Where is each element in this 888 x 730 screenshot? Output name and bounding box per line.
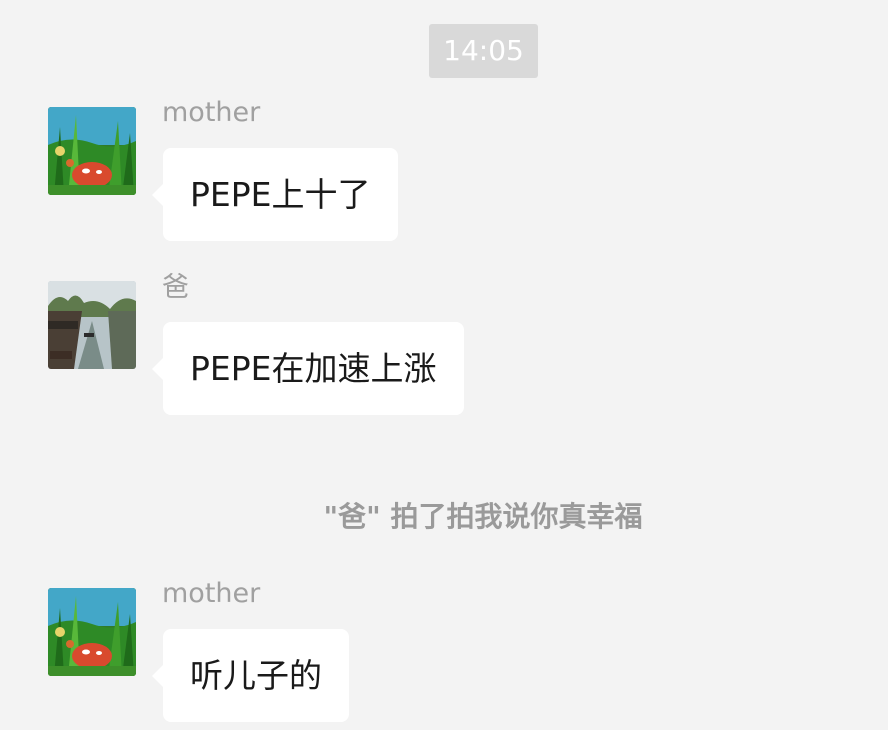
system-notification: "爸" 拍了拍我说你真幸福	[0, 499, 888, 535]
sender-name: mother	[162, 97, 261, 128]
message-bubble[interactable]: 听儿子的	[152, 629, 349, 722]
system-notification-text: "爸" 拍了拍我说你真幸福	[323, 500, 643, 533]
timestamp-pill: 14:05	[429, 24, 538, 78]
timestamp-text: 14:05	[443, 34, 524, 67]
message-bubble[interactable]: PEPE在加速上涨	[152, 322, 464, 415]
sender-name: 爸	[162, 272, 189, 303]
garden-mushroom-avatar-icon[interactable]	[48, 107, 136, 195]
garden-mushroom-avatar-icon[interactable]	[48, 588, 136, 676]
message-text: 听儿子的	[190, 656, 322, 695]
sender-name: mother	[162, 578, 261, 609]
message-text: PEPE上十了	[190, 175, 371, 214]
river-town-avatar-icon[interactable]	[48, 281, 136, 369]
message-text: PEPE在加速上涨	[190, 349, 437, 388]
message-bubble[interactable]: PEPE上十了	[152, 148, 398, 241]
